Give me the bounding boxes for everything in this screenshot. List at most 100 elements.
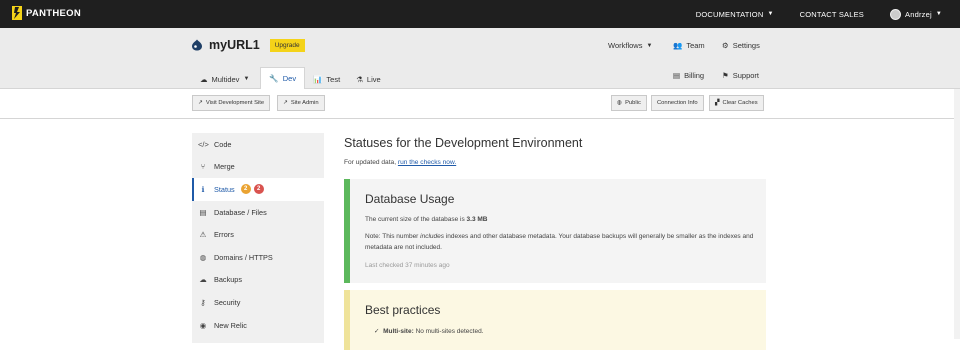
external-link-icon: ↗ (283, 100, 288, 106)
note-part-a: Note: This number (365, 233, 421, 240)
pantheon-logo[interactable]: PANTHEON (12, 6, 81, 20)
note-emphasis: includes (420, 233, 445, 240)
team-link[interactable]: 👥 Team (673, 41, 705, 50)
chart-icon: 📊 (313, 74, 323, 84)
avatar (890, 8, 902, 20)
team-icon: 👥 (673, 41, 683, 50)
billing-label: Billing (684, 71, 705, 80)
environment-sidebar: </> Code ⑂ Merge ℹ Status 2 2 ▤ Database… (192, 133, 324, 343)
tab-multidev[interactable]: ☁ Multidev ▼ (192, 69, 257, 89)
wrench-icon: 🔧 (269, 74, 279, 83)
clear-caches-label: Clear Caches (722, 100, 758, 106)
public-label: Public (625, 100, 641, 106)
broom-icon: ▞ (715, 100, 720, 106)
site-admin-button[interactable]: ↗ Site Admin (277, 95, 325, 111)
sidebar-item-label: Database / Files (214, 207, 267, 217)
sidebar-item-label: Domains / HTTPS (214, 252, 273, 262)
user-menu[interactable]: Andrzej ▼ (890, 8, 942, 20)
contact-sales-label: CONTACT SALES (799, 9, 865, 19)
cloud-icon: ☁ (200, 74, 208, 84)
sidebar-item-label: Errors (214, 230, 234, 240)
page-scrollbar[interactable] (954, 89, 960, 339)
visit-site-button[interactable]: ↗ Visit Development Site (192, 95, 271, 111)
run-checks-link[interactable]: run the checks now. (398, 159, 456, 166)
upgrade-button[interactable]: Upgrade (269, 38, 305, 52)
flask-icon: ⚗ (356, 74, 363, 84)
documentation-menu[interactable]: DOCUMENTATION ▼ (696, 10, 774, 19)
tab-label: Live (366, 74, 381, 84)
update-note-text: For updated data, (344, 159, 397, 166)
database-size-value: 3.3 MB (466, 216, 488, 223)
support-label: Support (732, 71, 760, 80)
top-navigation-bar: PANTHEON DOCUMENTATION ▼ CONTACT SALES A… (0, 0, 960, 28)
public-button[interactable]: ◍ Public (611, 95, 647, 111)
best-practice-text: No multi-sites detected. (413, 328, 484, 335)
sidebar-item-new-relic[interactable]: ◉ New Relic (192, 314, 324, 337)
external-link-icon: ↗ (198, 100, 203, 106)
flag-icon: ⚑ (722, 71, 729, 80)
tab-live[interactable]: ⚗ Live (348, 69, 389, 89)
brand-name: PANTHEON (26, 7, 82, 19)
environment-action-bar: ↗ Visit Development Site ↗ Site Admin ◍ … (0, 89, 960, 119)
warning-count-badge: 2 (240, 184, 251, 195)
tab-dev[interactable]: 🔧 Dev (260, 67, 306, 90)
sidebar-item-domains-https[interactable]: ◍ Domains / HTTPS (192, 246, 324, 269)
site-title: myURL1 Upgrade (191, 38, 305, 52)
code-icon: </> (198, 139, 209, 149)
globe-icon: ◍ (199, 252, 207, 262)
clear-caches-button[interactable]: ▞ Clear Caches (709, 95, 764, 111)
sidebar-item-label: Security (214, 297, 241, 307)
workflows-menu[interactable]: Workflows ▼ (608, 41, 652, 50)
update-note: For updated data, run the checks now. (344, 159, 456, 166)
drupal-icon (192, 39, 202, 51)
database-size-prefix: The current size of the database is (365, 216, 467, 223)
database-size-text: The current size of the database is 3.3 … (365, 216, 487, 223)
sidebar-item-security[interactable]: ⚷ Security (192, 291, 324, 314)
sidebar-item-label: New Relic (214, 320, 247, 330)
key-icon: ⚷ (200, 297, 206, 307)
gear-icon: ⚙ (722, 41, 729, 50)
sidebar-item-label: Code (214, 139, 232, 149)
sidebar-item-backups[interactable]: ☁ Backups (192, 269, 324, 292)
visit-site-label: Visit Development Site (205, 100, 265, 106)
database-icon: ▤ (199, 207, 207, 217)
sidebar-item-errors[interactable]: ⚠ Errors (192, 223, 324, 246)
database-note: Note: This number includes indexes and o… (365, 231, 760, 253)
warning-icon: ⚠ (199, 230, 207, 240)
sidebar-item-status[interactable]: ℹ Status 2 2 (192, 178, 324, 201)
environment-tabs: ☁ Multidev ▼ 🔧 Dev 📊 Test ⚗ Live (192, 66, 389, 90)
documentation-label: DOCUMENTATION (695, 9, 764, 19)
team-label: Team (686, 41, 705, 50)
tab-label: Test (326, 74, 341, 84)
billing-link[interactable]: ▤ Billing (673, 71, 704, 80)
sidebar-item-merge[interactable]: ⑂ Merge (192, 156, 324, 179)
sidebar-item-label: Merge (214, 162, 235, 172)
connection-info-button[interactable]: Connection Info (651, 95, 704, 111)
database-usage-title: Database Usage (365, 192, 455, 206)
top-nav-links: DOCUMENTATION ▼ CONTACT SALES Andrzej ▼ (670, 0, 942, 28)
tab-test[interactable]: 📊 Test (305, 69, 348, 89)
eye-icon: ◉ (199, 320, 207, 330)
cloud-upload-icon: ☁ (199, 275, 207, 285)
site-admin-label: Site Admin (290, 100, 319, 106)
chevron-down-icon: ▼ (646, 42, 653, 49)
settings-link[interactable]: ⚙ Settings (722, 41, 760, 50)
contact-sales-link[interactable]: CONTACT SALES (800, 10, 864, 19)
best-practice-label: Multi-site: (383, 328, 414, 335)
best-practices-title: Best practices (365, 303, 441, 317)
database-usage-panel: Database Usage The current size of the d… (344, 179, 766, 283)
sidebar-item-label: Status (214, 184, 235, 194)
sidebar-item-label: Backups (214, 275, 242, 285)
billing-icon: ▤ (673, 71, 681, 80)
user-name: Andrzej (905, 9, 932, 19)
sidebar-item-code[interactable]: </> Code (192, 133, 324, 156)
sidebar-item-database-files[interactable]: ▤ Database / Files (192, 201, 324, 224)
connection-info-label: Connection Info (657, 100, 698, 106)
pantheon-bolt-icon (12, 6, 22, 20)
site-name[interactable]: myURL1 (209, 38, 260, 52)
last-checked-text: Last checked 37 minutes ago (365, 262, 450, 269)
error-count-badge: 2 (253, 184, 264, 195)
support-link[interactable]: ⚑ Support (722, 71, 759, 80)
chevron-down-icon: ▼ (767, 11, 774, 17)
tab-label: Dev (282, 74, 297, 83)
